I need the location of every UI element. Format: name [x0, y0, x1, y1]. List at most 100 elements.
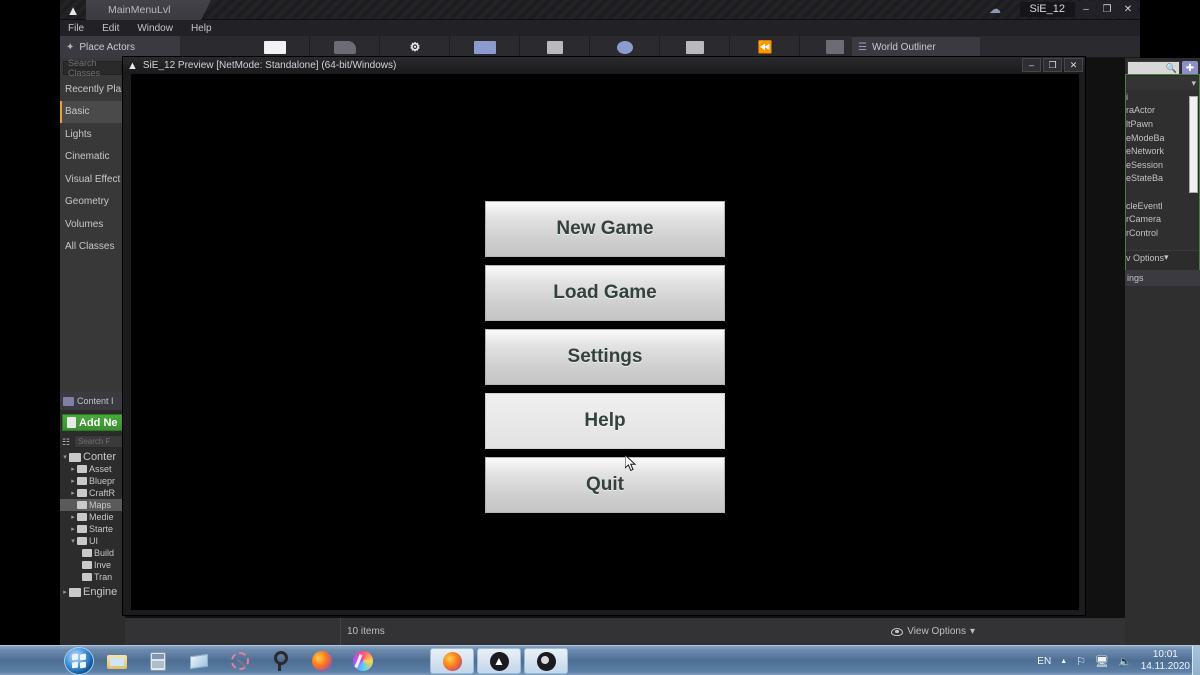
outliner-column-header[interactable]: ▾ — [1125, 76, 1200, 90]
tree-item-media[interactable]: ▸ Medie — [60, 511, 125, 523]
content-view-options-label: View Options — [907, 626, 966, 637]
file-explorer-icon[interactable] — [105, 649, 129, 673]
add-icon[interactable]: ✚ — [1182, 61, 1198, 75]
save-current-button[interactable] — [240, 36, 310, 58]
folder-icon — [82, 549, 92, 557]
new-game-button[interactable]: New Game — [485, 201, 725, 257]
content-view-options-button[interactable]: View Options ▾ — [891, 618, 975, 645]
menu-help[interactable]: Help — [191, 23, 212, 34]
flag-icon[interactable]: ⚐ — [1076, 655, 1086, 668]
chevron-right-icon[interactable]: ▸ — [69, 489, 77, 497]
volume-icon[interactable]: 🔈 — [1118, 655, 1132, 668]
tree-item-assets[interactable]: ▸ Asset — [60, 463, 125, 475]
add-new-label: Add Ne — [79, 416, 118, 429]
tree-item-content[interactable]: ▾ Conter — [60, 451, 125, 463]
language-indicator[interactable]: EN — [1037, 656, 1051, 667]
cinematics-button[interactable] — [520, 36, 590, 58]
tree-item-label: Maps — [89, 500, 112, 510]
play-button[interactable] — [660, 36, 730, 58]
content-search-input[interactable]: Search F — [74, 435, 123, 448]
tree-item-transition[interactable]: Tran — [60, 571, 125, 583]
tree-item-startercontent[interactable]: ▸ Starte — [60, 523, 125, 535]
maximize-button[interactable]: ❐ — [1097, 1, 1117, 18]
pa-item-lights[interactable]: Lights — [60, 123, 125, 146]
menu-window[interactable]: Window — [137, 23, 173, 34]
minimize-button[interactable]: – — [1076, 1, 1096, 18]
cloud-icon[interactable]: ☁ — [987, 3, 1003, 16]
outliner-row[interactable]: rCamera — [1125, 212, 1200, 226]
paint-icon[interactable] — [351, 649, 375, 673]
chevron-down-icon[interactable]: ▾ — [61, 453, 69, 461]
filter-icon[interactable]: ☷ — [62, 437, 73, 448]
tree-item-maps[interactable]: Maps — [60, 499, 125, 511]
show-desktop-button[interactable] — [1192, 646, 1200, 675]
show-hidden-icons-button[interactable]: ▲ — [1060, 658, 1067, 665]
calculator-icon[interactable] — [146, 649, 170, 673]
photoscape-icon[interactable] — [269, 649, 293, 673]
tree-item-blueprints[interactable]: ▸ Bluepr — [60, 475, 125, 487]
taskbar-obs-button[interactable] — [524, 648, 568, 674]
outliner-view-options[interactable]: v Options ▾ — [1125, 250, 1200, 264]
blueprints-button[interactable] — [450, 36, 520, 58]
outliner-search-input[interactable]: 🔍 — [1127, 61, 1180, 75]
chevron-down-icon[interactable]: ▾ — [1191, 78, 1196, 89]
preview-close-button[interactable]: ✕ — [1064, 58, 1083, 72]
taskbar-unreal-engine-button[interactable]: ▲ — [477, 648, 521, 674]
editor-menubar: File Edit Window Help — [60, 20, 1140, 36]
pa-item-basic[interactable]: Basic — [60, 100, 125, 123]
content-browser-tab[interactable]: Content I — [60, 392, 125, 410]
tree-item-label: Engine — [83, 586, 118, 598]
clock[interactable]: 10:01 14.11.2020 — [1141, 649, 1190, 673]
chevron-right-icon[interactable]: ▸ — [69, 513, 77, 521]
firefox-icon[interactable] — [310, 649, 334, 673]
outliner-row[interactable]: rControl — [1125, 226, 1200, 240]
quit-button[interactable]: Quit — [485, 457, 725, 513]
taskbar-firefox-button[interactable] — [430, 648, 474, 674]
settings-button[interactable]: Settings — [485, 329, 725, 385]
build-button[interactable] — [590, 36, 660, 58]
notepad-icon[interactable] — [187, 649, 211, 673]
game-viewport[interactable]: New Game Load Game Settings Help Quit — [131, 74, 1079, 610]
help-button[interactable]: Help — [485, 393, 725, 449]
pa-item-geometry[interactable]: Geometry — [60, 191, 125, 214]
tree-item-engine[interactable]: ▸ Engine — [60, 586, 125, 598]
outliner-row[interactable]: cleEventl — [1125, 199, 1200, 213]
tree-item-build[interactable]: Build — [60, 547, 125, 559]
tree-item-ui[interactable]: ▾ UI — [60, 535, 125, 547]
network-icon[interactable]: 🖥 — [1095, 655, 1109, 668]
source-control-button[interactable] — [310, 36, 380, 58]
world-outliner-tab[interactable]: ☰ World Outliner — [852, 37, 980, 58]
preview-minimize-button[interactable]: – — [1022, 58, 1041, 72]
load-game-button[interactable]: Load Game — [485, 265, 725, 321]
add-new-button[interactable]: Add Ne — [62, 414, 123, 431]
level-tab[interactable]: MainMenuLvl — [86, 0, 211, 20]
tree-item-inventory[interactable]: Inve — [60, 559, 125, 571]
tree-item-craftrecipes[interactable]: ▸ CraftR — [60, 487, 125, 499]
pa-item-all-classes[interactable]: All Classes — [60, 236, 125, 259]
chevron-down-icon[interactable]: ▾ — [69, 537, 77, 545]
unreal-logo-icon: ▲ — [127, 59, 138, 72]
chevron-right-icon[interactable]: ▸ — [69, 525, 77, 533]
pa-item-cinematic[interactable]: Cinematic — [60, 146, 125, 169]
menu-edit[interactable]: Edit — [102, 23, 119, 34]
chevron-right-icon[interactable]: ▸ — [69, 477, 77, 485]
settings-button[interactable]: ⚙ — [380, 36, 450, 58]
pa-item-recently-placed[interactable]: Recently Pla — [60, 78, 125, 101]
preview-maximize-button[interactable]: ❐ — [1043, 58, 1062, 72]
snipping-tool-icon[interactable] — [228, 649, 252, 673]
windows-start-orb-icon[interactable] — [64, 647, 94, 675]
folder-icon — [77, 465, 87, 473]
search-classes-input[interactable]: Search Classes — [63, 58, 122, 78]
menu-file[interactable]: File — [68, 23, 84, 34]
settings-icon: ⚙ — [409, 40, 421, 54]
chevron-right-icon[interactable]: ▸ — [69, 465, 77, 473]
close-button[interactable]: ✕ — [1118, 1, 1138, 18]
outliner-scrollbar[interactable] — [1189, 96, 1198, 193]
launch-button[interactable]: ⏪ — [730, 36, 800, 58]
outliner-actor-list[interactable]: i raActor ltPawn eModeBa eNetwork eSessi… — [1125, 90, 1200, 250]
place-actors-tab[interactable]: ✦ Place Actors — [60, 36, 180, 58]
settings-tab[interactable]: ings — [1125, 270, 1200, 286]
pa-item-visual-effects[interactable]: Visual Effect — [60, 168, 125, 191]
pa-item-volumes[interactable]: Volumes — [60, 213, 125, 236]
chevron-right-icon[interactable]: ▸ — [61, 588, 69, 596]
